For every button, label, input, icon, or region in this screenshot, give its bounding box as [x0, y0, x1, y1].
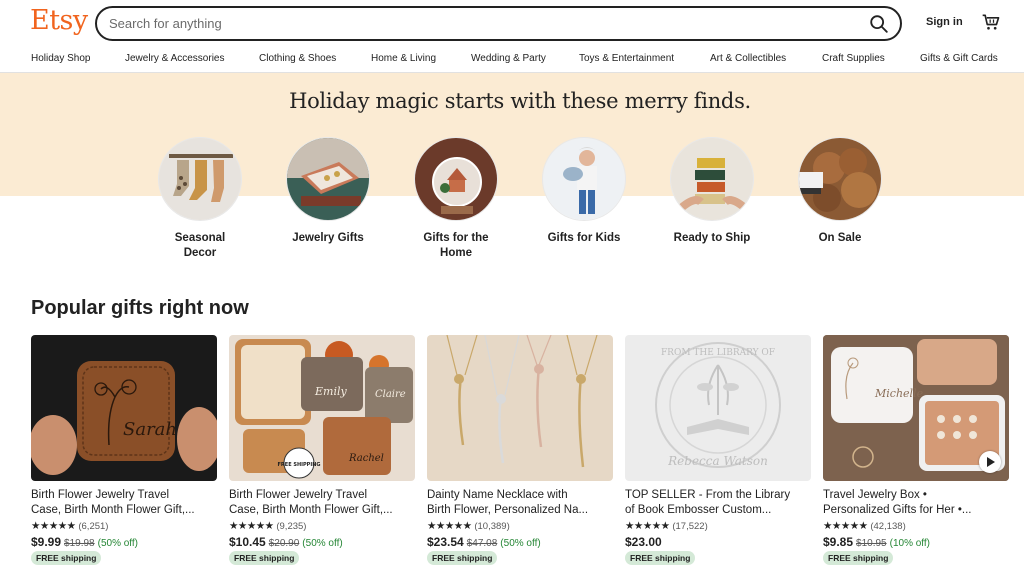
circle-label-ready-to-ship[interactable]: Ready to Ship: [652, 231, 772, 246]
search-icon[interactable]: [868, 13, 890, 35]
nav-toys-entertainment[interactable]: Toys & Entertainment: [579, 53, 674, 64]
product-rating: ★★★★★ (9,235): [229, 520, 306, 532]
nav-jewelry-accessories[interactable]: Jewelry & Accessories: [125, 53, 224, 64]
sign-in-link[interactable]: Sign in: [926, 16, 963, 28]
circle-seasonal-decor[interactable]: [158, 137, 242, 221]
product-rating: ★★★★★ (17,522): [625, 520, 708, 532]
nav-home-living[interactable]: Home & Living: [371, 53, 436, 64]
review-count: (17,522): [672, 521, 708, 532]
hero-title: Holiday magic starts with these merry fi…: [289, 89, 751, 113]
review-count: (6,251): [78, 521, 109, 532]
engraved-name-text: Sarah: [123, 419, 177, 440]
gift-stack-image: [671, 138, 753, 220]
circle-label-gifts-for-kids[interactable]: Gifts for Kids: [524, 231, 644, 246]
review-count: (42,138): [870, 521, 906, 532]
kid-with-plush-image: [543, 138, 625, 220]
star-icon: ★★★★★: [427, 520, 472, 532]
product-title[interactable]: Birth Flower Jewelry Travel Case, Birth …: [31, 488, 215, 518]
nav-holiday-shop[interactable]: Holiday Shop: [31, 53, 90, 64]
circle-ready-to-ship[interactable]: [670, 137, 754, 221]
product-title[interactable]: Birth Flower Jewelry Travel Case, Birth …: [229, 488, 413, 518]
review-count: (9,235): [276, 521, 307, 532]
star-icon: ★★★★★: [823, 520, 868, 532]
free-shipping-badge: FREE shipping: [229, 551, 300, 565]
nav-craft-supplies[interactable]: Craft Supplies: [822, 53, 885, 64]
circle-label-jewelry-gifts[interactable]: Jewelry Gifts: [268, 231, 388, 246]
nav-clothing-shoes[interactable]: Clothing & Shoes: [259, 53, 336, 64]
star-icon: ★★★★★: [625, 520, 670, 532]
product-card[interactable]: Emily Claire Rachel FREE SHIPPING Birth …: [229, 335, 415, 586]
category-nav: Holiday Shop Jewelry & Accessories Cloth…: [0, 46, 1024, 73]
product-card[interactable]: Sarah Birth Flower Jewelry Travel Case, …: [31, 335, 217, 586]
engraved-name-text: Emily: [314, 385, 347, 398]
product-image[interactable]: Michelle: [823, 335, 1009, 481]
review-count: (10,389): [474, 521, 510, 532]
free-shipping-badge: FREE shipping: [31, 551, 102, 565]
engraved-name-text: Claire: [375, 389, 406, 400]
product-title[interactable]: Travel Jewelry Box • Personalized Gifts …: [823, 488, 1007, 518]
circle-label-gifts-for-home[interactable]: Gifts for the Home: [396, 231, 516, 261]
free-shipping-stamp: FREE SHIPPING: [278, 462, 321, 468]
snow-globe-image: [415, 138, 497, 220]
product-image[interactable]: [427, 335, 613, 481]
teddy-coat-image: [799, 138, 881, 220]
section-title: Popular gifts right now: [31, 297, 249, 319]
search-bar[interactable]: Search for anything: [95, 6, 902, 41]
engraved-name-text: Michelle: [874, 387, 924, 400]
free-shipping-badge: FREE shipping: [427, 551, 498, 565]
product-price: $23.54 $47.08 (50% off): [427, 535, 541, 549]
product-image[interactable]: Sarah: [31, 335, 217, 481]
nav-gifts-gift-cards[interactable]: Gifts & Gift Cards: [920, 53, 998, 64]
product-price: $23.00: [625, 535, 662, 549]
embosser-top-text: FROM THE LIBRARY OF: [661, 348, 775, 358]
stockings-image: [159, 138, 241, 220]
cart-icon[interactable]: [981, 12, 1001, 32]
product-title[interactable]: TOP SELLER - From the Library of Book Em…: [625, 488, 809, 518]
etsy-logo[interactable]: Etsy: [30, 5, 88, 36]
embosser-name-text: Rebecca Watson: [667, 454, 768, 468]
search-input[interactable]: Search for anything: [109, 16, 222, 31]
circle-jewelry-gifts[interactable]: [286, 137, 370, 221]
product-card[interactable]: Michelle Travel Jewelry Box • Personaliz…: [823, 335, 1009, 586]
engraved-name-text: Rachel: [348, 453, 384, 464]
product-card[interactable]: FROM THE LIBRARY OF Rebecca Watson TOP S…: [625, 335, 811, 586]
star-icon: ★★★★★: [31, 520, 76, 532]
play-video-button[interactable]: [979, 451, 1001, 473]
product-price: $10.45 $20.90 (50% off): [229, 535, 343, 549]
site-header: Etsy Search for anything Sign in: [0, 0, 1024, 46]
product-image[interactable]: Emily Claire Rachel FREE SHIPPING: [229, 335, 415, 481]
play-icon: [987, 457, 995, 467]
nav-art-collectibles[interactable]: Art & Collectibles: [710, 53, 786, 64]
circle-gifts-for-kids[interactable]: [542, 137, 626, 221]
circle-label-seasonal-decor[interactable]: Seasonal Decor: [140, 231, 260, 261]
product-rating: ★★★★★ (10,389): [427, 520, 510, 532]
product-title[interactable]: Dainty Name Necklace with Birth Flower, …: [427, 488, 611, 518]
circle-label-on-sale[interactable]: On Sale: [780, 231, 900, 246]
circle-gifts-for-home[interactable]: [414, 137, 498, 221]
star-icon: ★★★★★: [229, 520, 274, 532]
jewelry-box-image: [287, 138, 369, 220]
free-shipping-badge: FREE shipping: [823, 551, 894, 565]
circle-on-sale[interactable]: [798, 137, 882, 221]
nav-wedding-party[interactable]: Wedding & Party: [471, 53, 546, 64]
product-rating: ★★★★★ (6,251): [31, 520, 108, 532]
product-image[interactable]: FROM THE LIBRARY OF Rebecca Watson: [625, 335, 811, 481]
free-shipping-badge: FREE shipping: [625, 551, 696, 565]
product-card[interactable]: Dainty Name Necklace with Birth Flower, …: [427, 335, 613, 586]
product-price: $9.85 $10.95 (10% off): [823, 535, 931, 549]
product-rating: ★★★★★ (42,138): [823, 520, 906, 532]
product-price: $9.99 $19.98 (50% off): [31, 535, 139, 549]
